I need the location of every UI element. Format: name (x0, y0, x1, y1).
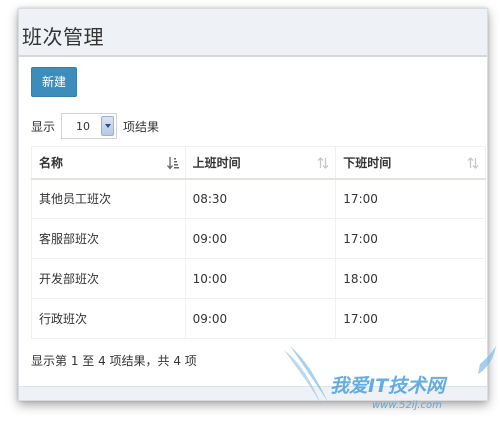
column-header-end-time[interactable]: 下班时间 (335, 146, 486, 180)
sort-asc-icon (166, 157, 179, 170)
cell-start-time: 09:00 (185, 218, 337, 259)
chevron-down-icon[interactable] (101, 116, 115, 136)
cell-end-time: 17:00 (335, 218, 486, 259)
page-length-select[interactable]: 10 (61, 113, 118, 139)
cell-end-time: 17:00 (335, 178, 486, 219)
table-row[interactable]: 开发部班次 10:00 18:00 (31, 258, 486, 299)
panel-body: 新建 显示 10 项结果 (19, 57, 487, 139)
table-row[interactable]: 客服部班次 09:00 17:00 (31, 218, 486, 259)
cell-name: 其他员工班次 (31, 178, 186, 219)
table-info: 显示第 1 至 4 项结果，共 4 项 (31, 354, 197, 368)
column-header-label: 名称 (39, 155, 64, 170)
shift-table: 名称 上班时间 下班时间 其他员工班次 08:30 17:00 客服部班次 09… (31, 146, 486, 339)
length-prefix-label: 显示 (31, 119, 56, 134)
column-header-start-time[interactable]: 上班时间 (185, 146, 337, 180)
panel-footer (19, 386, 487, 400)
length-suffix-label: 项结果 (123, 119, 160, 134)
table-row[interactable]: 其他员工班次 08:30 17:00 (31, 178, 486, 219)
page-title: 班次管理 (22, 25, 104, 49)
cell-start-time: 09:00 (185, 298, 337, 339)
cell-start-time: 10:00 (185, 258, 337, 299)
sort-both-icon (467, 157, 479, 169)
cell-end-time: 17:00 (335, 298, 486, 339)
cell-start-time: 08:30 (185, 178, 337, 219)
cell-name: 行政班次 (31, 298, 186, 339)
page-length-control: 显示 10 项结果 (31, 113, 475, 139)
cell-end-time: 18:00 (335, 258, 486, 299)
svg-text:www.52ij.com: www.52ij.com (372, 400, 442, 411)
table-row[interactable]: 行政班次 09:00 17:00 (31, 298, 486, 339)
new-button[interactable]: 新建 (31, 67, 77, 97)
table-header-row: 名称 上班时间 下班时间 (31, 146, 486, 180)
column-header-label: 下班时间 (343, 155, 392, 170)
cell-name: 开发部班次 (31, 258, 186, 299)
panel-header: 班次管理 (19, 9, 487, 57)
cell-name: 客服部班次 (31, 218, 186, 259)
sort-both-icon (317, 157, 329, 169)
column-header-label: 上班时间 (192, 155, 241, 170)
column-header-name[interactable]: 名称 (31, 146, 186, 180)
page-length-value: 10 (76, 120, 91, 133)
shift-management-panel: 班次管理 新建 显示 10 项结果 名称 上班时间 下班时间 其他员工班次 08… (18, 8, 488, 401)
